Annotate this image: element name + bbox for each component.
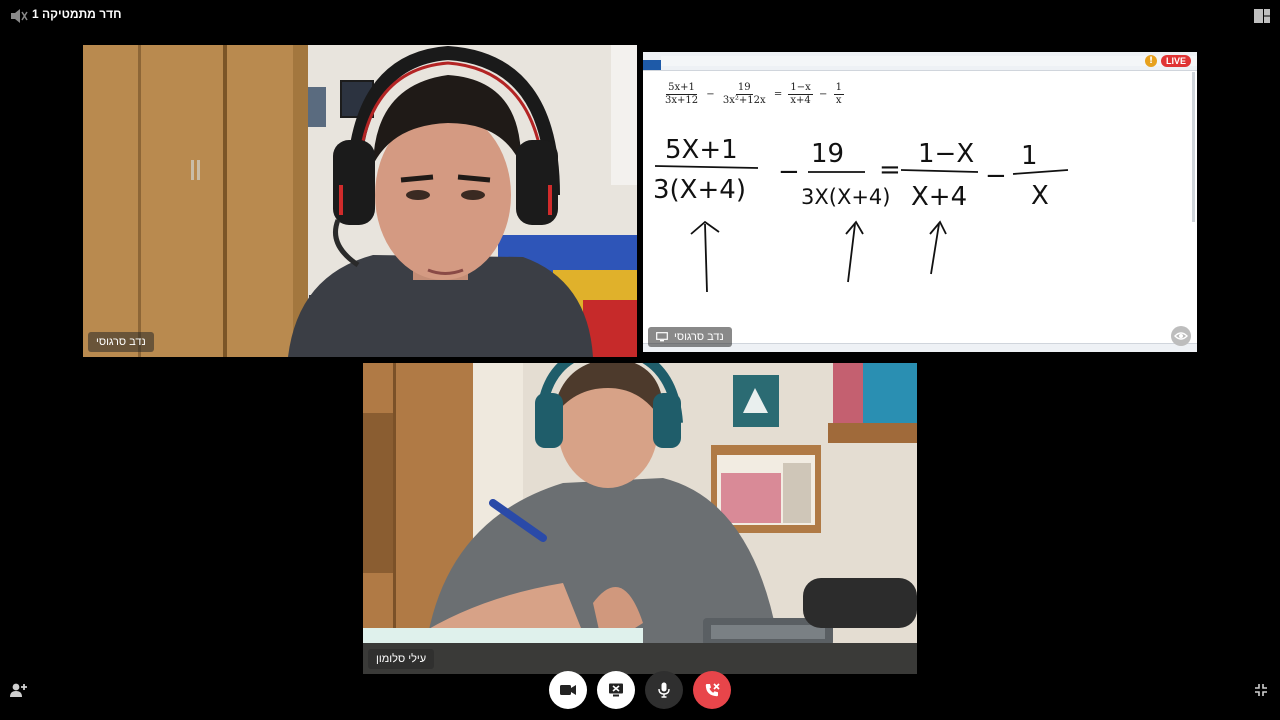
- stop-share-button[interactable]: [597, 671, 635, 709]
- whiteboard-tab-strip: [661, 56, 1197, 66]
- handwritten-operator: =: [879, 155, 901, 185]
- camera-toggle-button[interactable]: [549, 671, 587, 709]
- typed-operator: −: [818, 89, 828, 100]
- handwritten-denominator-4: X: [1031, 181, 1049, 211]
- participant-name-badge: עילי סלומון: [368, 649, 435, 669]
- typed-denominator: 3x+12: [665, 95, 699, 106]
- typed-fraction-3: 1−x x+4: [788, 82, 813, 107]
- handwritten-denominator-3: X+4: [911, 182, 967, 212]
- whiteboard-scrollbar[interactable]: [1192, 72, 1195, 222]
- participant-name: עילי סלומון: [376, 653, 427, 665]
- typed-fraction-1: 5x+1 3x+12: [663, 82, 700, 107]
- typed-fraction-2: 19 3x²+12x: [721, 82, 768, 107]
- handwritten-numerator-1: 5X+1: [665, 135, 738, 165]
- typed-equation: 5x+1 3x+12 − 19 3x²+12x = 1−x x+4 − 1 x: [661, 82, 846, 107]
- handwritten-numerator-2: 19: [811, 139, 844, 169]
- typed-numerator: 5x+1: [666, 82, 697, 95]
- stop-share-icon: [609, 683, 623, 697]
- whiteboard-ribbon: [643, 60, 661, 70]
- screen-share-presenter-name: נדב סרגוסי: [674, 331, 724, 343]
- microphone-button[interactable]: [645, 671, 683, 709]
- warning-icon[interactable]: !: [1145, 55, 1157, 67]
- screen-share-icon: [656, 332, 668, 342]
- layout-grid-icon[interactable]: [1254, 9, 1270, 23]
- video-camera-icon: [560, 685, 576, 695]
- typed-operator: =: [773, 89, 783, 100]
- live-badge: LIVE: [1160, 55, 1191, 67]
- video-tile-participant-2[interactable]: עילי סלומון: [363, 363, 917, 674]
- end-call-icon: [705, 683, 720, 697]
- typed-numerator: 19: [735, 82, 753, 95]
- typed-operator: −: [706, 89, 715, 100]
- end-call-button[interactable]: [693, 671, 731, 709]
- participant-video-feed: [83, 45, 637, 357]
- speaker-muted-icon[interactable]: [10, 8, 28, 24]
- handwritten-numerator-4: 1: [1021, 141, 1038, 171]
- exit-fullscreen-icon[interactable]: [1254, 683, 1268, 697]
- participant-video-feed: [363, 363, 917, 674]
- handwritten-operator: −: [985, 161, 1007, 191]
- typed-numerator: 1−x: [788, 82, 813, 95]
- typed-denominator: 3x²+12x: [722, 95, 766, 106]
- participant-name-badge: נדב סרגוסי: [88, 332, 154, 352]
- eye-icon[interactable]: [1171, 326, 1191, 346]
- typed-denominator: x: [835, 95, 842, 106]
- top-bar: חדר מתמטיקה 1: [0, 0, 1280, 32]
- handwritten-numerator-3: 1−X: [918, 139, 974, 169]
- microphone-icon: [658, 682, 670, 698]
- handwritten-operator: −: [778, 157, 800, 187]
- screen-share-tile[interactable]: ! LIVE 5x+1 3x+12 − 19 3x²+12x = 1−x x+4…: [643, 52, 1197, 352]
- typed-denominator: x+4: [790, 95, 811, 106]
- typed-numerator: 1: [833, 82, 844, 95]
- handwritten-denominator-1: 3(X+4): [653, 175, 746, 205]
- call-controls: [0, 671, 1280, 711]
- screen-share-name-badge: נדב סרגוסי: [648, 327, 732, 347]
- participant-name: נדב סרגוסי: [96, 336, 146, 348]
- room-title: חדר מתמטיקה 1: [32, 7, 122, 21]
- video-tile-participant-1[interactable]: נדב סרגוסי: [83, 45, 637, 357]
- handwritten-denominator-2: 3X(X+4): [801, 185, 890, 209]
- typed-fraction-4: 1 x: [833, 82, 844, 107]
